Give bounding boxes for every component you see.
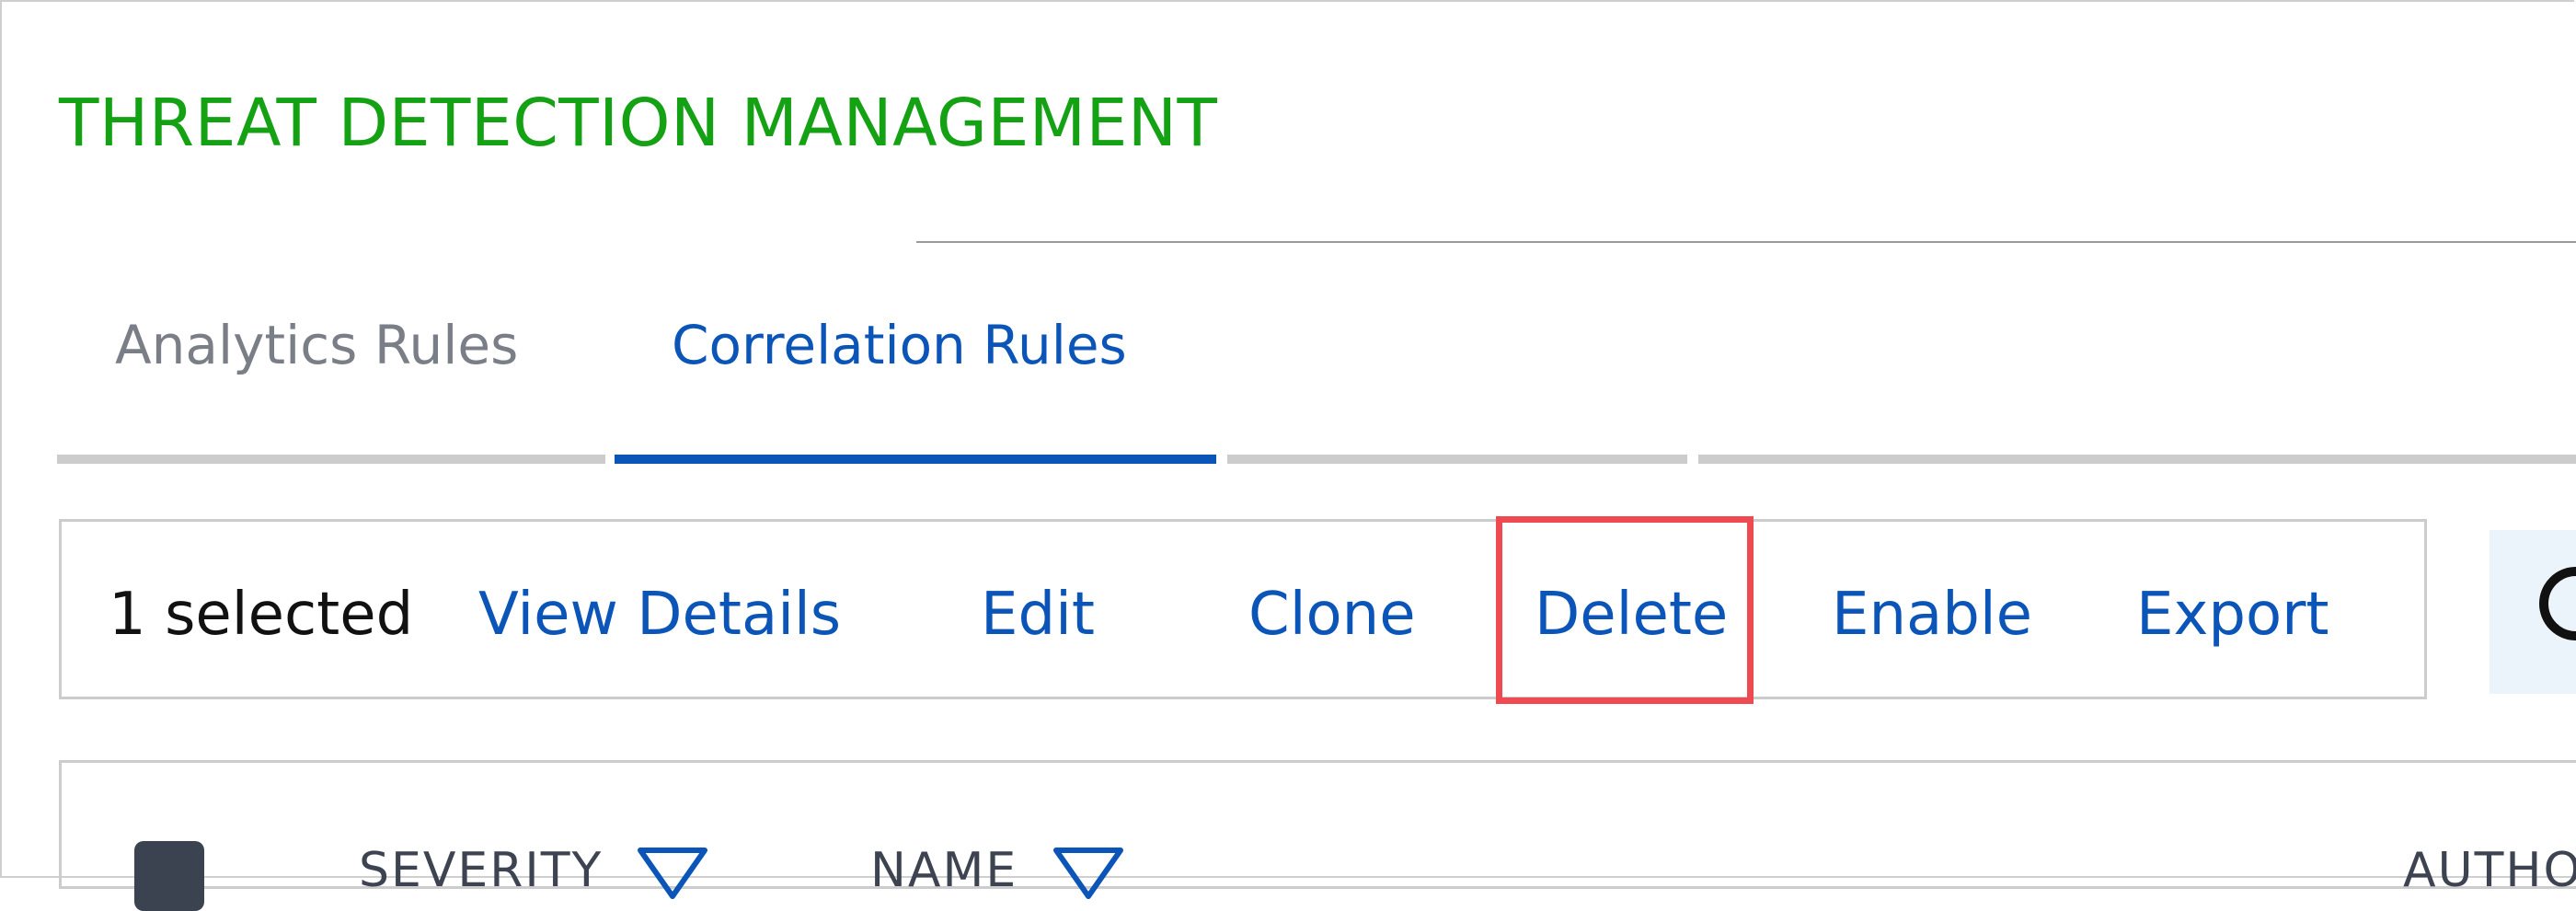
clone-button[interactable]: Clone	[1248, 585, 1416, 644]
selected-count: 1 selected	[109, 581, 414, 649]
tab-underline-analytics	[57, 455, 605, 464]
filter-icon[interactable]	[635, 845, 710, 900]
tab-underline-empty	[1227, 455, 1687, 464]
column-header-name[interactable]: NAME	[870, 847, 1018, 894]
search-panel[interactable]	[2490, 530, 2576, 694]
column-header-severity[interactable]: SEVERITY	[359, 847, 603, 894]
tab-underline-empty	[1698, 455, 2576, 464]
header-divider	[916, 241, 2576, 243]
view-details-button[interactable]: View Details	[478, 585, 841, 644]
tab-underline-correlation-active	[615, 455, 1216, 464]
delete-highlight-box	[1496, 516, 1754, 704]
search-icon[interactable]	[2539, 567, 2576, 640]
enable-button[interactable]: Enable	[1832, 585, 2032, 644]
filter-icon[interactable]	[1051, 845, 1126, 900]
bulk-action-bar	[59, 519, 2427, 699]
edit-button[interactable]: Edit	[981, 585, 1095, 644]
tab-analytics-rules[interactable]: Analytics Rules	[115, 318, 518, 372]
tab-correlation-rules[interactable]: Correlation Rules	[672, 318, 1127, 372]
page-title: THREAT DETECTION MANAGEMENT	[59, 85, 1218, 161]
export-button[interactable]: Export	[2136, 585, 2329, 644]
column-header-author[interactable]: AUTHOR	[2403, 847, 2576, 894]
select-all-checkbox[interactable]	[134, 841, 204, 911]
